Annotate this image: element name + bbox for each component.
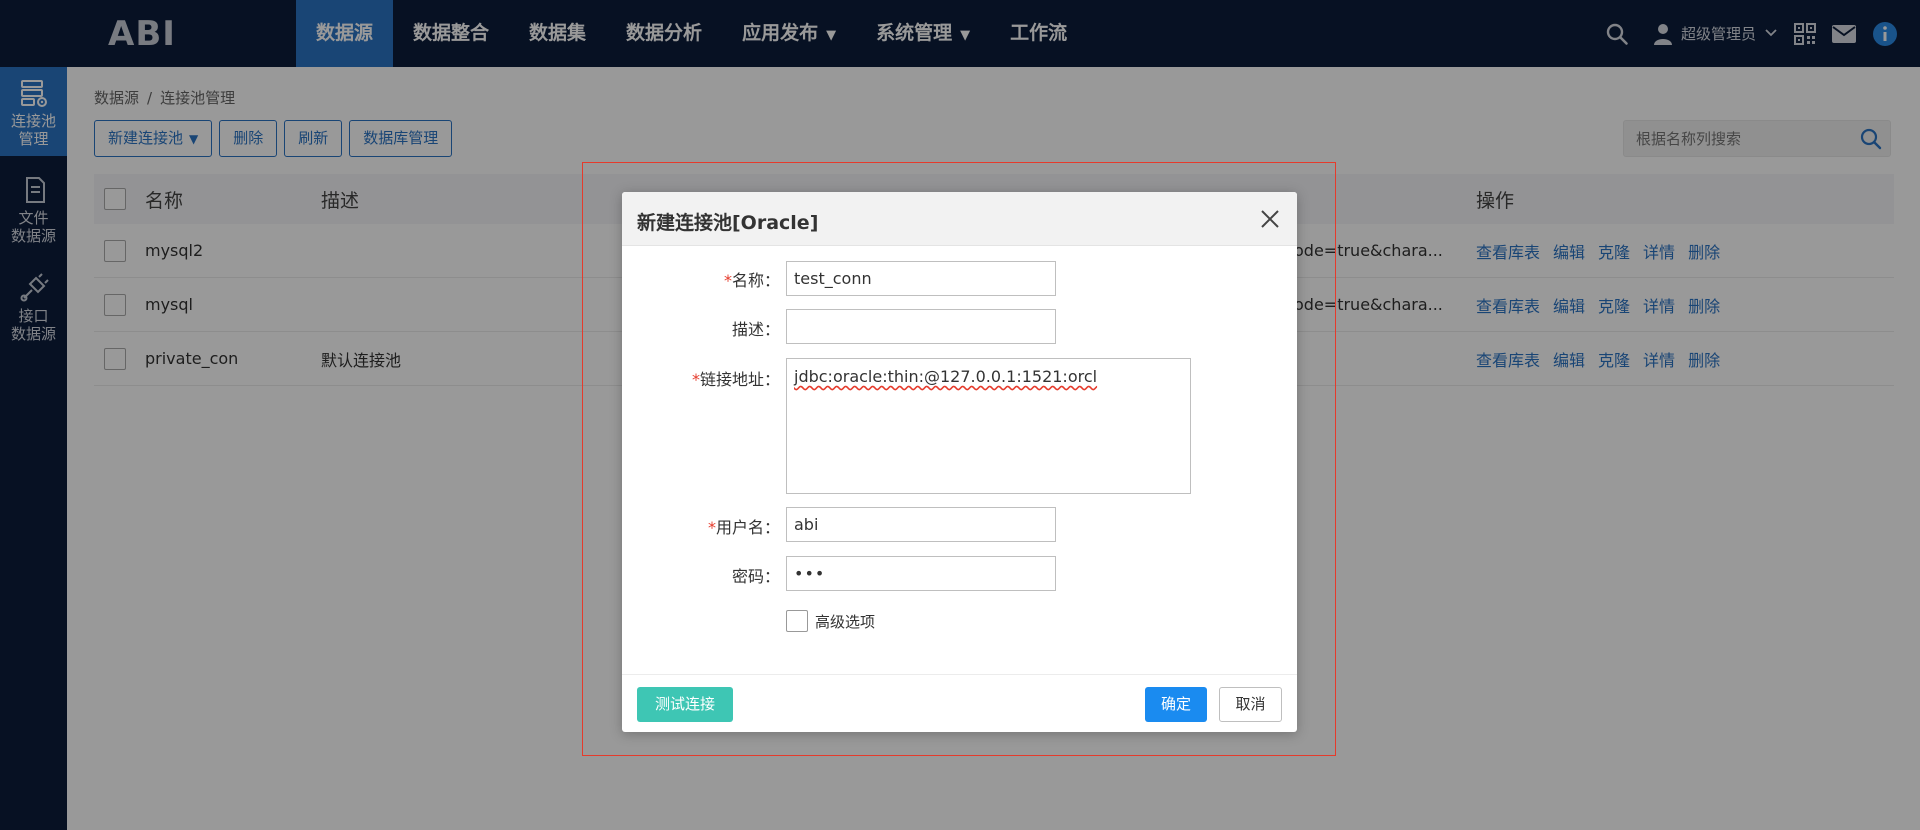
advanced-label: 高级选项	[815, 612, 876, 631]
password-label: 密码：	[731, 567, 780, 586]
name-input[interactable]: test_conn	[786, 261, 1056, 296]
desc-label: 描述：	[731, 320, 780, 339]
dialog-title: 新建连接池[Oracle]	[637, 212, 819, 234]
desc-input[interactable]	[786, 309, 1056, 344]
confirm-button[interactable]: 确定	[1145, 687, 1207, 722]
url-textarea[interactable]: jdbc:oracle:thin:@127.0.0.1:1521:orcl	[786, 358, 1191, 494]
dialog-footer: 测试连接 确定 取消	[622, 674, 1297, 732]
close-icon[interactable]	[1259, 208, 1281, 234]
username-input[interactable]: abi	[786, 507, 1056, 542]
cancel-button[interactable]: 取消	[1219, 687, 1282, 722]
advanced-options[interactable]: 高级选项	[786, 610, 875, 632]
url-label: *链接地址：	[691, 370, 780, 389]
username-label: *用户名：	[707, 518, 780, 537]
new-pool-dialog: 新建连接池[Oracle] *名称： test_conn 描述： *链接地址： …	[622, 192, 1297, 732]
password-input[interactable]: •••	[786, 556, 1056, 591]
dialog-header: 新建连接池[Oracle]	[622, 192, 1297, 246]
advanced-checkbox[interactable]	[786, 610, 808, 632]
name-label: *名称：	[723, 271, 780, 290]
test-connection-button[interactable]: 测试连接	[637, 687, 733, 722]
